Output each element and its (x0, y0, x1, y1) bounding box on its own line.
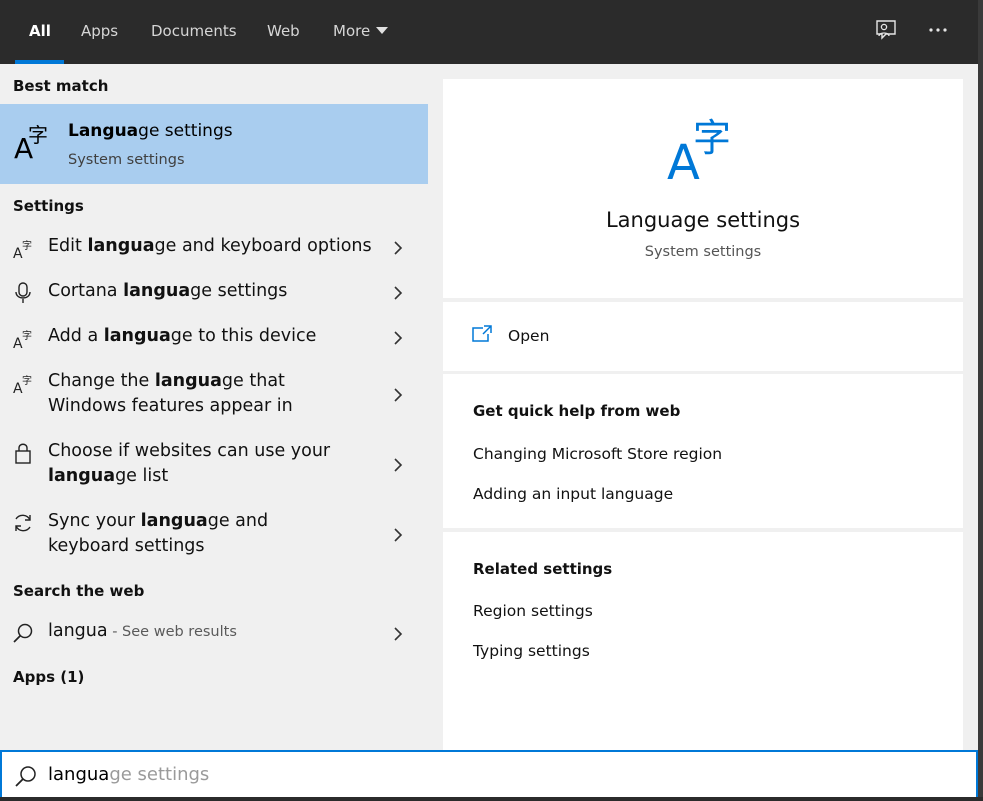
tab-documents[interactable]: Documents (151, 0, 237, 64)
search-filter-bar: All Apps Documents Web More (0, 0, 978, 64)
search-icon (12, 622, 34, 644)
settings-item-label: Add a language to this device (48, 326, 317, 346)
related-settings-link[interactable]: Region settings (473, 602, 593, 620)
tab-more[interactable]: More (333, 0, 389, 64)
apps-heading: Apps (1) (13, 668, 85, 686)
best-match-item[interactable]: A 字 Language settings System settings (0, 104, 428, 184)
settings-item[interactable]: A字 Add a language to this device (0, 322, 428, 356)
settings-item[interactable]: Cortana language settings (0, 277, 428, 311)
related-settings-heading: Related settings (473, 560, 613, 578)
search-input[interactable]: language settings (48, 764, 209, 785)
chevron-right-icon (391, 457, 405, 472)
search-autocomplete: ge settings (109, 764, 210, 785)
search-query: langua (48, 764, 110, 785)
settings-heading: Settings (13, 197, 84, 215)
taskbar-edge (0, 797, 983, 801)
preview-title: Language settings (605, 208, 801, 232)
feedback-icon[interactable] (871, 16, 901, 46)
svg-text:字: 字 (22, 239, 32, 252)
web-result-label: langua - See web results (48, 621, 237, 641)
open-button[interactable]: Open (508, 327, 549, 345)
chevron-right-icon (391, 527, 405, 542)
settings-item-label: Choose if websites can use your language… (48, 441, 331, 486)
language-icon: A字 (12, 238, 34, 262)
tab-more-label: More (333, 22, 371, 40)
preview-header-card: A 字 Language settings System settings (443, 79, 963, 298)
best-match-title: Language settings (68, 121, 233, 141)
svg-text:字: 字 (22, 374, 32, 387)
quick-help-heading: Get quick help from web (473, 402, 681, 420)
settings-item[interactable]: Sync your language and keyboard settings (0, 507, 428, 567)
settings-item-label: Cortana language settings (48, 281, 288, 301)
quick-help-link[interactable]: Adding an input language (473, 485, 673, 503)
web-result-item[interactable]: langua - See web results (0, 617, 428, 651)
settings-item-label: Change the language that Windows feature… (48, 371, 293, 416)
quick-help-link[interactable]: Changing Microsoft Store region (473, 445, 722, 463)
microphone-icon (12, 282, 34, 304)
window-edge (978, 0, 983, 801)
quick-help-card: Get quick help from web Changing Microso… (443, 374, 963, 528)
svg-text:字: 字 (693, 116, 731, 160)
related-settings-card: Related settings Region settings Typing … (443, 532, 963, 750)
search-web-heading: Search the web (13, 582, 145, 600)
chevron-right-icon (391, 626, 405, 641)
related-settings-link[interactable]: Typing settings (473, 642, 590, 660)
language-icon: A字 (12, 373, 34, 397)
svg-text:字: 字 (22, 329, 32, 342)
preview-subtitle: System settings (644, 244, 762, 260)
best-match-subtitle: System settings (68, 152, 185, 168)
search-box[interactable]: language settings (0, 750, 978, 799)
caret-down-icon (376, 27, 389, 34)
chevron-right-icon (391, 285, 405, 300)
language-icon: A字 (12, 328, 34, 352)
open-icon (471, 324, 493, 344)
tab-web[interactable]: Web (267, 0, 300, 64)
results-list: Best match A 字 Language settings System … (0, 64, 428, 750)
chevron-right-icon (391, 387, 405, 402)
search-icon (14, 764, 38, 788)
language-icon: A 字 (667, 109, 741, 191)
chevron-right-icon (391, 240, 405, 255)
preview-actions-card: Open (443, 302, 963, 371)
more-options-icon[interactable] (924, 16, 954, 46)
language-icon: A 字 (14, 122, 52, 166)
settings-item[interactable]: Choose if websites can use your language… (0, 437, 428, 497)
settings-item-label: Edit language and keyboard options (48, 236, 372, 256)
settings-item[interactable]: A字 Edit language and keyboard options (0, 232, 428, 266)
tab-all[interactable]: All (29, 0, 51, 64)
settings-item-label: Sync your language and keyboard settings (48, 511, 269, 556)
best-match-heading: Best match (13, 77, 109, 95)
chevron-right-icon (391, 330, 405, 345)
sync-icon (12, 512, 34, 534)
lock-icon (12, 442, 34, 464)
svg-text:字: 字 (28, 123, 48, 147)
tab-apps[interactable]: Apps (81, 0, 118, 64)
settings-item[interactable]: A字 Change the language that Windows feat… (0, 367, 428, 427)
